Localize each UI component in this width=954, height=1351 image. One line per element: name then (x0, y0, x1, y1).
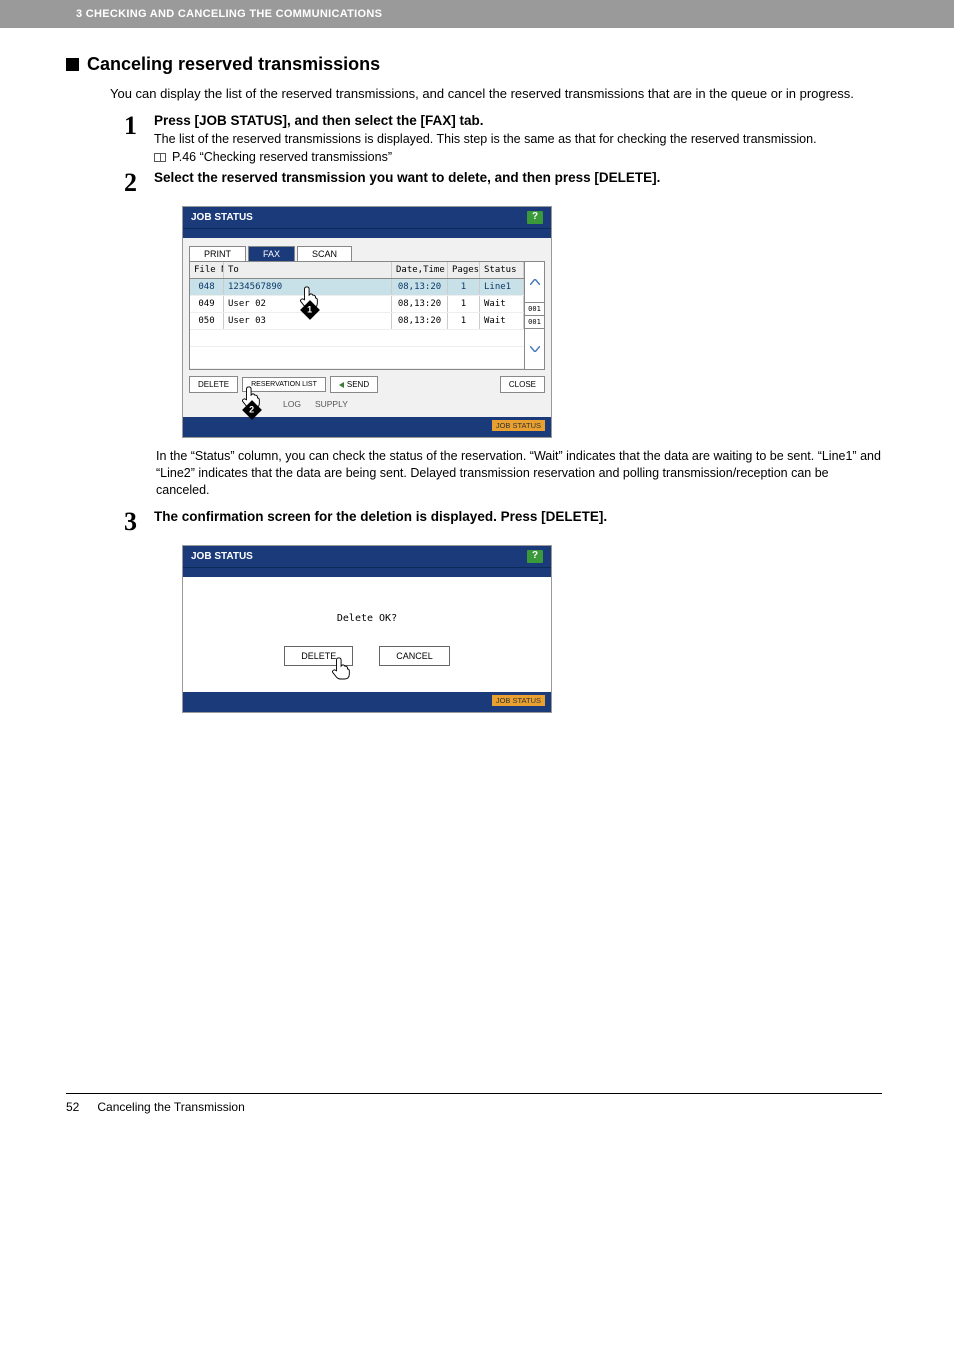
step-number: 2 (124, 170, 154, 196)
panel-tabs: PRINT FAX SCAN (183, 238, 551, 261)
section-heading: Canceling reserved transmissions (66, 54, 882, 75)
delete-confirm-panel-screenshot: JOB STATUS ? Delete OK? DELETE CANCEL JO… (182, 545, 882, 713)
step-number: 3 (124, 509, 154, 535)
cell-file: 050 (190, 313, 224, 329)
cell-pages: 1 (448, 313, 480, 329)
col-date-header: Date,Time (392, 262, 448, 278)
table-row-empty (190, 347, 524, 369)
page-header: 3 CHECKING AND CANCELING THE COMMUNICATI… (0, 0, 954, 28)
section-title: Canceling reserved transmissions (87, 54, 380, 75)
scroll-column: 001 001 (524, 262, 544, 369)
scroll-page-current: 001 (525, 303, 544, 316)
panel-titlebar: JOB STATUS ? (183, 546, 551, 567)
table-row[interactable]: 050 User 03 08,13:20 1 Wait (190, 313, 524, 330)
page-number: 52 (66, 1100, 79, 1114)
step-title: Select the reserved transmission you wan… (154, 170, 882, 185)
cell-to: 1234567890 (224, 279, 392, 295)
section-intro: You can display the list of the reserved… (110, 85, 882, 103)
table-row[interactable]: 049 User 02 08,13:20 1 Wait (190, 296, 524, 313)
panel-title: JOB STATUS (191, 212, 253, 223)
job-status-badge[interactable]: JOB STATUS (492, 695, 545, 706)
cell-date: 08,13:20 (392, 296, 448, 312)
close-button[interactable]: CLOSE (500, 376, 545, 393)
tab-print[interactable]: PRINT (189, 246, 246, 261)
panel-sub-bar (183, 567, 551, 577)
delete-button[interactable]: DELETE (189, 376, 238, 393)
col-status-header: Status (480, 262, 524, 278)
step-2: 2 Select the reserved transmission you w… (124, 170, 882, 196)
step-title: The confirmation screen for the deletion… (154, 509, 882, 524)
panel-footer: JOB STATUS (183, 692, 551, 712)
reservation-list-button[interactable]: RESERVATION LIST (242, 377, 326, 392)
step-title: Press [JOB STATUS], and then select the … (154, 113, 882, 128)
job-status-panel-screenshot: JOB STATUS ? PRINT FAX SCAN File No. To … (182, 206, 882, 438)
book-icon (154, 153, 166, 162)
panel-sub-tabs: LOG SUPPLY (183, 399, 551, 417)
table-row[interactable]: 048 1234567890 08,13:20 1 Line1 (190, 279, 524, 296)
panel-titlebar: JOB STATUS ? (183, 207, 551, 228)
cell-date: 08,13:20 (392, 279, 448, 295)
confirm-delete-button[interactable]: DELETE (284, 646, 353, 666)
cell-file: 048 (190, 279, 224, 295)
job-status-badge[interactable]: JOB STATUS (492, 420, 545, 431)
col-file-header: File No. (190, 262, 224, 278)
table-row-empty (190, 330, 524, 347)
cell-status: Wait (480, 296, 524, 312)
step-2-after-text: In the “Status” column, you can check th… (156, 448, 882, 499)
bullet-square-icon (66, 58, 79, 71)
confirm-message: Delete OK? (183, 613, 551, 624)
xref-text: P.46 “Checking reserved transmissions” (172, 150, 392, 164)
panel-footer: JOB STATUS (183, 417, 551, 437)
cell-date: 08,13:20 (392, 313, 448, 329)
delete-confirm-panel: JOB STATUS ? Delete OK? DELETE CANCEL JO… (182, 545, 552, 713)
cell-status: Wait (480, 313, 524, 329)
cell-pages: 1 (448, 279, 480, 295)
cell-to: User 03 (224, 313, 392, 329)
sub-tab-log[interactable]: LOG (283, 399, 301, 409)
scroll-up-icon[interactable] (525, 262, 544, 303)
panel-title: JOB STATUS (191, 551, 253, 562)
scroll-down-icon[interactable] (525, 329, 544, 369)
reservation-table: File No. To Date,Time Pages Status 048 1… (189, 261, 545, 370)
sub-tab-supply[interactable]: SUPPLY (315, 399, 348, 409)
tab-scan[interactable]: SCAN (297, 246, 352, 261)
panel-sub-bar (183, 228, 551, 238)
job-status-panel: JOB STATUS ? PRINT FAX SCAN File No. To … (182, 206, 552, 438)
col-to-header: To (224, 262, 392, 278)
confirm-cancel-button[interactable]: CANCEL (379, 646, 450, 666)
step-text: The list of the reserved transmissions i… (154, 131, 882, 148)
col-pages-header: Pages (448, 262, 480, 278)
cell-to: User 02 (224, 296, 392, 312)
help-icon[interactable]: ? (527, 211, 543, 224)
footer-title: Canceling the Transmission (97, 1100, 244, 1114)
step-number: 1 (124, 113, 154, 139)
scroll-page-total: 001 (525, 316, 544, 329)
cell-pages: 1 (448, 296, 480, 312)
help-icon[interactable]: ? (527, 550, 543, 563)
cell-file: 049 (190, 296, 224, 312)
step-3: 3 The confirmation screen for the deleti… (124, 509, 882, 535)
tab-fax[interactable]: FAX (248, 246, 295, 261)
page-footer: 52 Canceling the Transmission (66, 1093, 882, 1114)
cell-status: Line1 (480, 279, 524, 295)
step-1: 1 Press [JOB STATUS], and then select th… (124, 113, 882, 165)
page-content: Canceling reserved transmissions You can… (0, 28, 954, 713)
confirm-body: Delete OK? DELETE CANCEL (183, 577, 551, 692)
breadcrumb: 3 CHECKING AND CANCELING THE COMMUNICATI… (76, 8, 382, 20)
panel-button-row: DELETE RESERVATION LIST SEND CLOSE (183, 370, 551, 399)
cross-reference: P.46 “Checking reserved transmissions” (154, 150, 882, 164)
send-button[interactable]: SEND (330, 376, 378, 393)
table-header-row: File No. To Date,Time Pages Status (190, 262, 524, 279)
